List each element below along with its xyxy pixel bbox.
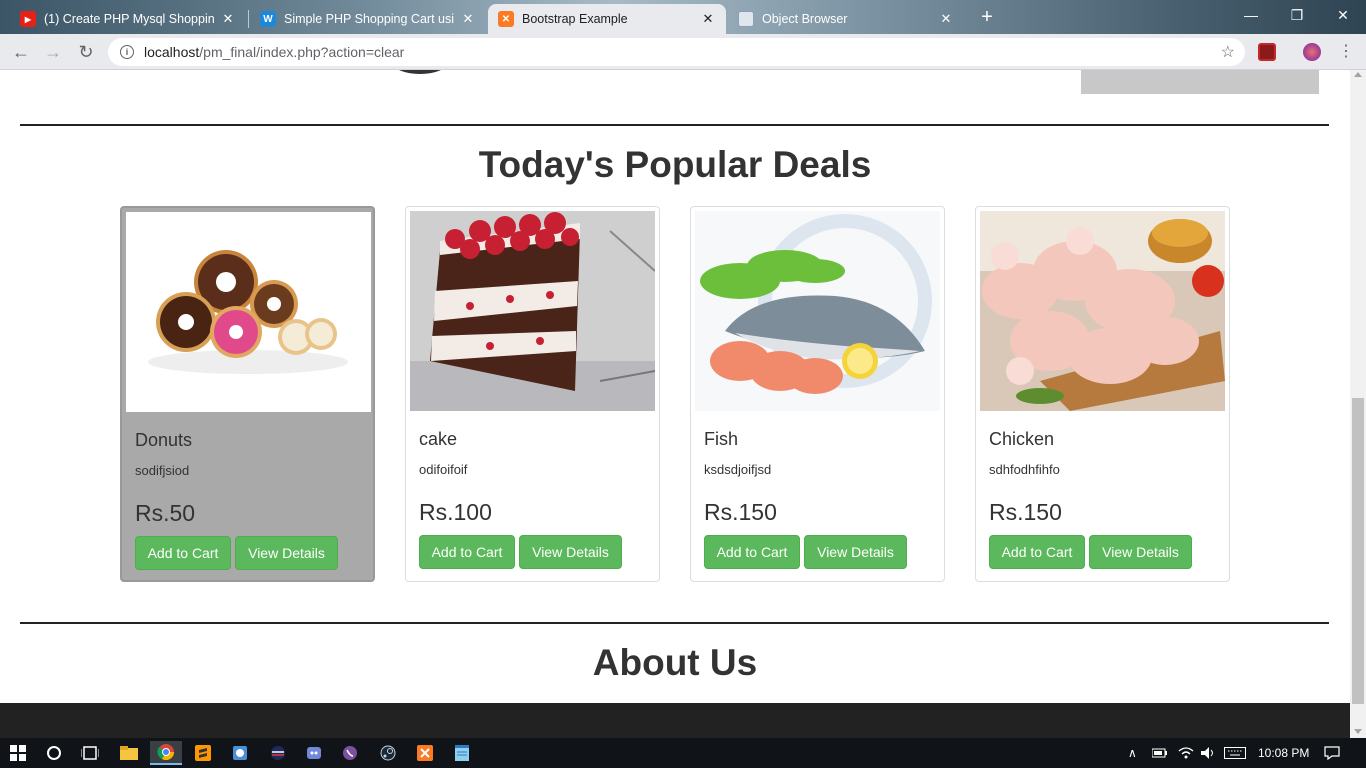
reload-icon[interactable]: ↻ bbox=[74, 40, 98, 64]
product-price: Rs.150 bbox=[989, 499, 1062, 525]
add-to-cart-button[interactable]: Add to Cart bbox=[989, 535, 1085, 569]
view-details-button[interactable]: View Details bbox=[1089, 535, 1192, 569]
tray-chevron-up-icon[interactable]: ∧ bbox=[1128, 738, 1137, 768]
add-to-cart-button[interactable]: Add to Cart bbox=[419, 535, 515, 569]
product-price: Rs.100 bbox=[419, 499, 492, 525]
product-price: Rs.150 bbox=[704, 499, 777, 525]
product-name: cake bbox=[419, 429, 458, 449]
file-explorer-icon[interactable] bbox=[117, 741, 141, 765]
scroll-down-icon[interactable] bbox=[1354, 729, 1362, 734]
tab-object-browser[interactable]: Object Browser ✕ bbox=[728, 4, 964, 34]
discord-icon[interactable] bbox=[302, 741, 326, 765]
scroll-thumb[interactable] bbox=[1352, 398, 1364, 704]
product-image-cake bbox=[410, 211, 655, 411]
product-image-fish bbox=[695, 211, 940, 411]
search-circle-icon[interactable] bbox=[42, 741, 66, 765]
youtube-icon: ▶ bbox=[20, 11, 36, 27]
new-tab-button[interactable]: + bbox=[976, 6, 998, 28]
steam-icon[interactable] bbox=[376, 741, 400, 765]
section-divider bbox=[20, 124, 1329, 126]
close-tab-icon[interactable]: ✕ bbox=[460, 11, 476, 27]
product-card[interactable]: Donuts sodifjsiod Rs.50 Add to Cart View… bbox=[120, 206, 375, 582]
view-details-button[interactable]: View Details bbox=[519, 535, 622, 569]
product-image-donuts bbox=[126, 212, 371, 412]
keyboard-icon[interactable] bbox=[1224, 738, 1246, 768]
clock-time[interactable]: 10:08 PM bbox=[1258, 738, 1309, 768]
windows-taskbar: ∧ 10:08 PM bbox=[0, 738, 1366, 768]
section-divider bbox=[20, 622, 1329, 624]
windows-start-icon[interactable] bbox=[6, 741, 30, 765]
tab-title: (1) Create PHP Mysql Shopping C bbox=[44, 12, 214, 26]
app-icon[interactable] bbox=[228, 741, 252, 765]
app-icon[interactable] bbox=[266, 741, 290, 765]
page-icon bbox=[738, 11, 754, 27]
product-description: odifoifoif bbox=[419, 462, 468, 477]
chrome-icon[interactable] bbox=[150, 741, 182, 765]
product-description: sdhfodhfihfo bbox=[989, 462, 1060, 477]
window-close-button[interactable]: ✕ bbox=[1320, 0, 1366, 30]
close-tab-icon[interactable]: ✕ bbox=[220, 11, 236, 27]
product-name: Fish bbox=[704, 429, 739, 449]
notepad-icon[interactable] bbox=[450, 741, 474, 765]
task-view-icon[interactable] bbox=[78, 741, 102, 765]
carousel-remnant-box bbox=[1081, 70, 1319, 94]
tab-title: Object Browser bbox=[762, 12, 848, 26]
about-title: About Us bbox=[592, 642, 758, 683]
product-card[interactable]: Fish ksdsdjoifjsd Rs.150 Add to Cart Vie… bbox=[690, 206, 945, 582]
address-bar[interactable]: i localhost/pm_final/index.php?action=cl… bbox=[108, 38, 1245, 66]
back-icon[interactable]: ← bbox=[9, 40, 33, 64]
browser-toolbar: ← → ↻ i localhost/pm_final/index.php?act… bbox=[0, 34, 1366, 70]
view-details-button[interactable]: View Details bbox=[804, 535, 907, 569]
xampp-taskbar-icon[interactable] bbox=[413, 741, 437, 765]
browser-tab-strip: ▶ (1) Create PHP Mysql Shopping C ✕ W Si… bbox=[0, 0, 1366, 34]
tab-title: Bootstrap Example bbox=[522, 12, 628, 26]
view-details-button[interactable]: View Details bbox=[235, 536, 338, 570]
tab-shopping-cart[interactable]: W Simple PHP Shopping Cart using ✕ bbox=[250, 4, 486, 34]
minimize-button[interactable]: — bbox=[1228, 0, 1274, 30]
tab-title: Simple PHP Shopping Cart using bbox=[284, 12, 454, 26]
bookmark-star-icon[interactable]: ☆ bbox=[1221, 42, 1235, 62]
close-tab-icon[interactable]: ✕ bbox=[700, 11, 716, 27]
product-name: Chicken bbox=[989, 429, 1055, 449]
viber-icon[interactable] bbox=[338, 741, 362, 765]
footer bbox=[0, 703, 1350, 738]
tab-bootstrap-example[interactable]: ✕ Bootstrap Example ✕ bbox=[488, 4, 726, 34]
w-site-icon: W bbox=[260, 11, 276, 27]
page-scrollbar[interactable] bbox=[1350, 70, 1366, 738]
product-price: Rs.50 bbox=[135, 500, 196, 526]
restore-button[interactable]: ❐ bbox=[1274, 0, 1320, 30]
sublime-text-icon[interactable] bbox=[191, 741, 215, 765]
page-viewport: Today's Popular Deals Donuts sodifjsiod … bbox=[0, 70, 1350, 703]
wifi-icon[interactable] bbox=[1178, 738, 1194, 768]
carousel-remnant bbox=[392, 70, 448, 74]
tab-separator bbox=[248, 10, 249, 28]
product-description: ksdsdjoifjsd bbox=[704, 462, 772, 477]
action-center-icon[interactable] bbox=[1324, 738, 1340, 768]
volume-icon[interactable] bbox=[1200, 738, 1216, 768]
product-image-chicken bbox=[980, 211, 1225, 411]
scroll-up-icon[interactable] bbox=[1354, 72, 1362, 77]
url-host: localhost bbox=[144, 44, 200, 60]
tab-youtube[interactable]: ▶ (1) Create PHP Mysql Shopping C ✕ bbox=[10, 4, 246, 34]
forward-icon[interactable]: → bbox=[41, 40, 65, 64]
product-card[interactable]: Chicken sdhfodhfihfo Rs.150 Add to Cart … bbox=[975, 206, 1230, 582]
product-description: sodifjsiod bbox=[135, 463, 190, 478]
deals-title: Today's Popular Deals bbox=[478, 144, 872, 185]
profile-avatar[interactable] bbox=[1303, 43, 1321, 61]
info-icon[interactable]: i bbox=[120, 45, 134, 59]
product-card[interactable]: cake odifoifoif Rs.100 Add to Cart View … bbox=[405, 206, 660, 582]
add-to-cart-button[interactable]: Add to Cart bbox=[135, 536, 231, 570]
product-name: Donuts bbox=[135, 430, 193, 450]
xampp-icon: ✕ bbox=[498, 11, 514, 27]
menu-kebab-icon[interactable]: ⋮ bbox=[1334, 40, 1358, 64]
extension-icon[interactable] bbox=[1258, 43, 1276, 61]
add-to-cart-button[interactable]: Add to Cart bbox=[704, 535, 800, 569]
battery-icon[interactable] bbox=[1152, 738, 1168, 768]
close-tab-icon[interactable]: ✕ bbox=[938, 11, 954, 27]
url-path: /pm_final/index.php?action=clear bbox=[199, 44, 405, 60]
